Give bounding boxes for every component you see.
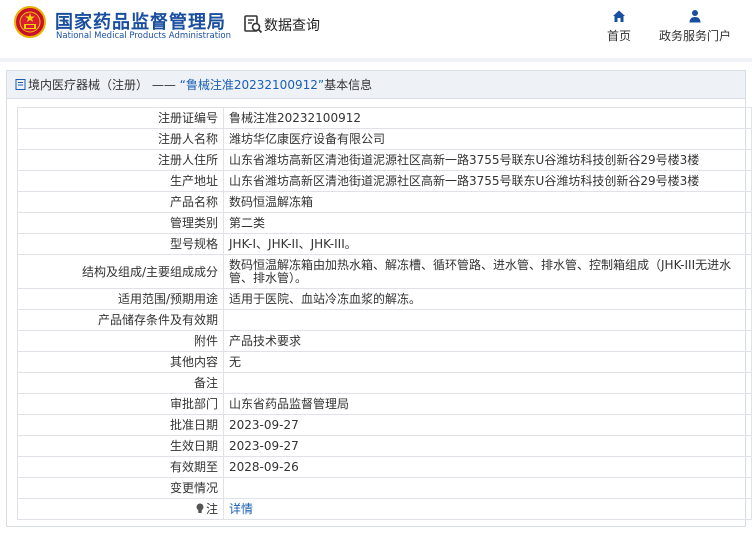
field-label: 注册人住所 (17, 149, 224, 171)
table-row: 注 详情 (17, 498, 752, 520)
table-row: 审批部门 山东省药品监督管理局 (17, 393, 752, 415)
user-icon (689, 10, 701, 23)
table-row: 适用范围/预期用途 适用于医院、血站冷冻血浆的解冻。 (17, 288, 752, 310)
table-row: 批准日期 2023-09-27 (17, 414, 752, 436)
site-header: 国家药品监督管理局 National Medical Products Admi… (0, 0, 752, 58)
field-label: 批准日期 (17, 414, 224, 436)
national-emblem-icon (14, 6, 46, 38)
table-row: 型号规格 JHK-I、JHK-II、JHK-III。 (17, 233, 752, 255)
field-value: 产品技术要求 (223, 330, 752, 352)
panel-title: 境内医疗器械（注册） —— “鲁械注准20232100912”基本信息 (7, 71, 745, 99)
field-label: 管理类别 (17, 212, 224, 234)
brand-name-en: National Medical Products Administration (56, 31, 231, 41)
table-row: 附件 产品技术要求 (17, 330, 752, 352)
field-value: 山东省潍坊高新区清池街道泥源社区高新一路3755号联东U谷潍坊科技创新谷29号楼… (223, 149, 752, 171)
nav-service-portal[interactable]: 政务服务门户 (656, 9, 734, 44)
field-label: 产品名称 (17, 191, 224, 213)
nav-home-label: 首页 (606, 29, 631, 43)
table-row: 结构及组成/主要组成成分 数码恒温解冻箱由加热水箱、解冻槽、循环管路、进水管、排水… (17, 254, 752, 289)
table-row: 生产地址 山东省潍坊高新区清池街道泥源社区高新一路3755号联东U谷潍坊科技创新谷… (17, 170, 752, 192)
document-icon (15, 79, 26, 90)
lightbulb-icon (196, 503, 204, 513)
field-value: 2023-09-27 (223, 414, 752, 436)
header-divider (0, 58, 752, 62)
field-value (223, 309, 752, 331)
table-row: 变更情况 (17, 477, 752, 499)
table-row: 有效期至 2028-09-26 (17, 456, 752, 478)
nav-home[interactable]: 首页 (603, 9, 635, 44)
field-value: 数码恒温解冻箱由加热水箱、解冻槽、循环管路、进水管、排水管、控制箱组成（JHK-… (223, 254, 752, 289)
field-label: 生产地址 (17, 170, 224, 192)
field-value: 2028-09-26 (223, 456, 752, 478)
field-label: 产品储存条件及有效期 (17, 309, 224, 331)
field-value: 2023-09-27 (223, 435, 752, 457)
field-value: 山东省药品监督管理局 (223, 393, 752, 415)
table-row: 备注 (17, 372, 752, 394)
table-row: 产品储存条件及有效期 (17, 309, 752, 331)
table-row: 注册人住所 山东省潍坊高新区清池街道泥源社区高新一路3755号联东U谷潍坊科技创新… (17, 149, 752, 171)
panel-title-suffix: 基本信息 (324, 78, 373, 92)
table-row: 注册证编号 鲁械注准20232100912 (17, 107, 752, 129)
field-value: JHK-I、JHK-II、JHK-III。 (223, 233, 752, 255)
field-value: 无 (223, 351, 752, 373)
table-row: 其他内容无 (17, 351, 752, 373)
data-query-title: 数据查询 (264, 18, 320, 34)
field-value: 山东省潍坊高新区清池街道泥源社区高新一路3755号联东U谷潍坊科技创新谷29号楼… (223, 170, 752, 192)
field-value: 潍坊华亿康医疗设备有限公司 (223, 128, 752, 150)
field-value (223, 477, 752, 499)
table-row: 产品名称 数码恒温解冻箱 (17, 191, 752, 213)
field-label: 结构及组成/主要组成成分 (17, 254, 224, 289)
field-value (223, 372, 752, 394)
field-label: 备注 (17, 372, 224, 394)
field-label: 变更情况 (17, 477, 224, 499)
panel-title-category: 境内医疗器械（注册） (28, 78, 149, 92)
field-label: 附件 (17, 330, 224, 352)
field-label: 生效日期 (17, 435, 224, 457)
field-label: 注册证编号 (17, 107, 224, 129)
home-icon (613, 10, 625, 22)
panel-title-separator: —— (148, 78, 180, 92)
table-row: 注册人名称 潍坊华亿康医疗设备有限公司 (17, 128, 752, 150)
field-label: 注册人名称 (17, 128, 224, 150)
field-value: 第二类 (223, 212, 752, 234)
nav-service-portal-label: 政务服务门户 (658, 29, 731, 43)
field-value: 数码恒温解冻箱 (223, 191, 752, 213)
field-label: 审批部门 (17, 393, 224, 415)
table-row: 管理类别 第二类 (17, 212, 752, 234)
details-link[interactable]: 详情 (229, 502, 253, 516)
field-value: 详情 (223, 498, 752, 520)
data-query-icon (244, 15, 263, 34)
field-label: 注 (205, 502, 218, 516)
registration-info-table: 注册证编号 鲁械注准20232100912 注册人名称 潍坊华亿康医疗设备有限公司 … (17, 107, 752, 520)
field-value: 适用于医院、血站冷冻血浆的解冻。 (223, 288, 752, 310)
panel-title-cert-number: “鲁械注准20232100912” (179, 78, 325, 92)
table-row: 生效日期 2023-09-27 (17, 435, 752, 457)
field-label: 有效期至 (17, 456, 224, 478)
field-value: 鲁械注准20232100912 (223, 107, 752, 129)
field-label: 其他内容 (17, 351, 224, 373)
detail-panel: 境内医疗器械（注册） —— “鲁械注准20232100912”基本信息 注册证编… (6, 70, 752, 527)
field-label: 型号规格 (17, 233, 224, 255)
field-label: 适用范围/预期用途 (17, 288, 224, 310)
note-label-cell: 注 (17, 498, 224, 520)
